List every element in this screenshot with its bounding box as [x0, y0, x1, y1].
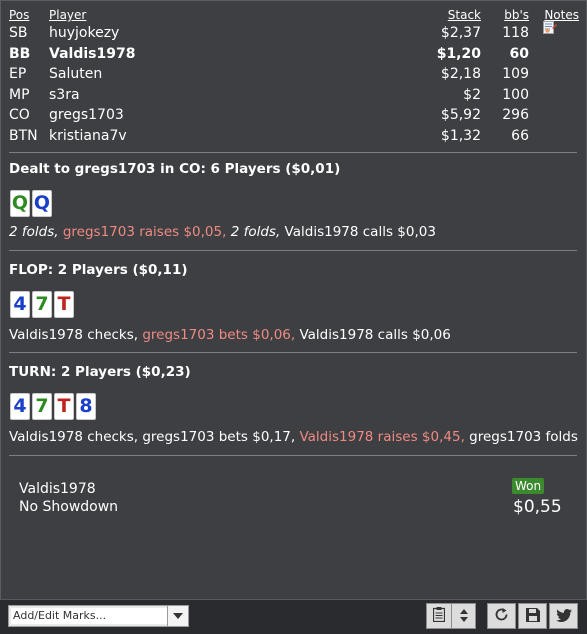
turn-title: TURN: 2 Players ($0,23): [9, 364, 191, 380]
player-bbs: 66: [511, 127, 529, 144]
sort-arrows-icon: [459, 607, 468, 626]
header-pos[interactable]: Pos: [9, 7, 49, 23]
player-row[interactable]: BB Valdis1978 $1,20 60: [9, 44, 579, 65]
section-divider: [9, 455, 577, 456]
player-pos: CO: [9, 107, 30, 124]
sort-button[interactable]: [451, 603, 476, 629]
player-stack: $1,20: [436, 45, 481, 62]
player-name[interactable]: huyjokezy: [49, 23, 409, 44]
player-bbs: 100: [502, 86, 529, 103]
won-amount: $0,55: [513, 497, 562, 517]
player-stack: $5,92: [440, 107, 481, 124]
header-bbs[interactable]: bb's: [481, 7, 529, 23]
action-text: gregs1703 folds: [469, 429, 578, 445]
action-text: Valdis1978 calls $0,03: [284, 224, 436, 240]
refresh-button[interactable]: [487, 603, 516, 629]
player-pos: MP: [9, 86, 30, 103]
player-row[interactable]: EP Saluten $2,18 109: [9, 64, 579, 85]
player-bbs: 60: [509, 45, 529, 62]
preflop-actions: 2 folds, gregs1703 raises $0,05, 2 folds…: [9, 224, 436, 240]
flop-actions: Valdis1978 checks, gregs1703 bets $0,06,…: [9, 327, 451, 343]
won-badge: Won: [512, 478, 545, 494]
player-bbs: 296: [502, 107, 529, 124]
player-bbs: 109: [502, 66, 529, 83]
marks-dropdown-label[interactable]: Add/Edit Marks...: [11, 608, 167, 624]
playing-card: 4: [10, 393, 30, 420]
player-row[interactable]: CO gregs1703 $5,92 296: [9, 105, 579, 126]
action-text: Valdis1978 checks,: [9, 327, 139, 343]
winner-name: Valdis1978: [19, 481, 96, 497]
player-row[interactable]: BTN kristiana7v $1,32 66: [9, 126, 579, 147]
player-row[interactable]: SB huyjokezy $2,37 118: [9, 20, 579, 44]
hero-action-text: gregs1703 raises $0,05,: [62, 224, 227, 240]
preflop-title: Dealt to gregs1703 in CO: 6 Players ($0,…: [9, 161, 341, 177]
section-divider: [9, 250, 577, 251]
player-note-icon[interactable]: [543, 20, 557, 34]
playing-card: 7: [32, 291, 52, 318]
player-stack: $2,18: [440, 66, 481, 83]
playing-card: 8: [76, 393, 96, 420]
chevron-down-icon[interactable]: [167, 606, 188, 626]
player-name[interactable]: s3ra: [49, 85, 409, 106]
hero-action-text: gregs1703 bets $0,06,: [142, 327, 296, 343]
player-pos: SB: [9, 25, 28, 42]
player-pos: EP: [9, 66, 27, 83]
playing-card: Q: [10, 190, 30, 217]
playing-card: Q: [32, 190, 52, 217]
playing-card: 4: [10, 291, 30, 318]
action-text: 2 folds,: [230, 224, 281, 240]
player-bbs: 118: [502, 25, 529, 42]
villain-action-text: Valdis1978 raises $0,45,: [299, 429, 465, 445]
playing-card: T: [54, 291, 74, 318]
section-divider: [9, 152, 577, 153]
turn-cards: 4 7 T 8: [10, 393, 96, 420]
twitter-icon: [555, 607, 572, 626]
playing-card: T: [54, 393, 74, 420]
player-notes-cell: [529, 64, 579, 85]
player-name[interactable]: Valdis1978: [49, 44, 409, 65]
flop-cards: 4 7 T: [10, 291, 74, 318]
marks-dropdown[interactable]: Add/Edit Marks...: [8, 605, 189, 627]
player-notes-cell: [529, 44, 579, 65]
bottom-toolbar: Add/Edit Marks...: [0, 599, 587, 634]
flop-title: FLOP: 2 Players ($0,11): [9, 262, 188, 278]
showdown-status: No Showdown: [19, 499, 119, 515]
player-name[interactable]: gregs1703: [49, 105, 409, 126]
player-stack: $2,37: [440, 25, 481, 42]
player-notes-cell: [529, 85, 579, 106]
action-text: 2 folds,: [9, 224, 59, 240]
player-row[interactable]: MP s3ra $2 100: [9, 85, 579, 106]
player-stack: $2: [463, 86, 481, 103]
header-player[interactable]: Player: [49, 7, 409, 23]
player-notes-cell: [529, 105, 579, 126]
action-text: Valdis1978 checks, gregs1703 bets $0,17,: [9, 429, 296, 445]
player-notes-cell: [529, 20, 579, 44]
hole-cards: Q Q: [10, 190, 52, 217]
refresh-icon: [494, 607, 509, 626]
player-notes-cell: [529, 126, 579, 147]
player-name[interactable]: kristiana7v: [49, 126, 409, 147]
action-text: Valdis1978 calls $0,06: [299, 327, 451, 343]
players-header-row: Pos Player Stack bb's Notes: [9, 7, 579, 23]
section-divider: [9, 352, 577, 353]
playing-card: 7: [32, 393, 52, 420]
player-pos: BB: [9, 45, 31, 62]
turn-actions: Valdis1978 checks, gregs1703 bets $0,17,…: [9, 429, 578, 445]
player-name[interactable]: Saluten: [49, 64, 409, 85]
twitter-button[interactable]: [549, 603, 578, 629]
save-button[interactable]: [518, 603, 547, 629]
players-table: Pos Player Stack bb's Notes SB huyjokezy…: [9, 7, 579, 146]
header-stack[interactable]: Stack: [409, 7, 481, 23]
clipboard-icon: [432, 606, 446, 626]
save-icon: [525, 607, 540, 626]
player-pos: BTN: [9, 127, 38, 144]
clipboard-button[interactable]: [426, 603, 452, 629]
player-stack: $1,32: [440, 127, 481, 144]
